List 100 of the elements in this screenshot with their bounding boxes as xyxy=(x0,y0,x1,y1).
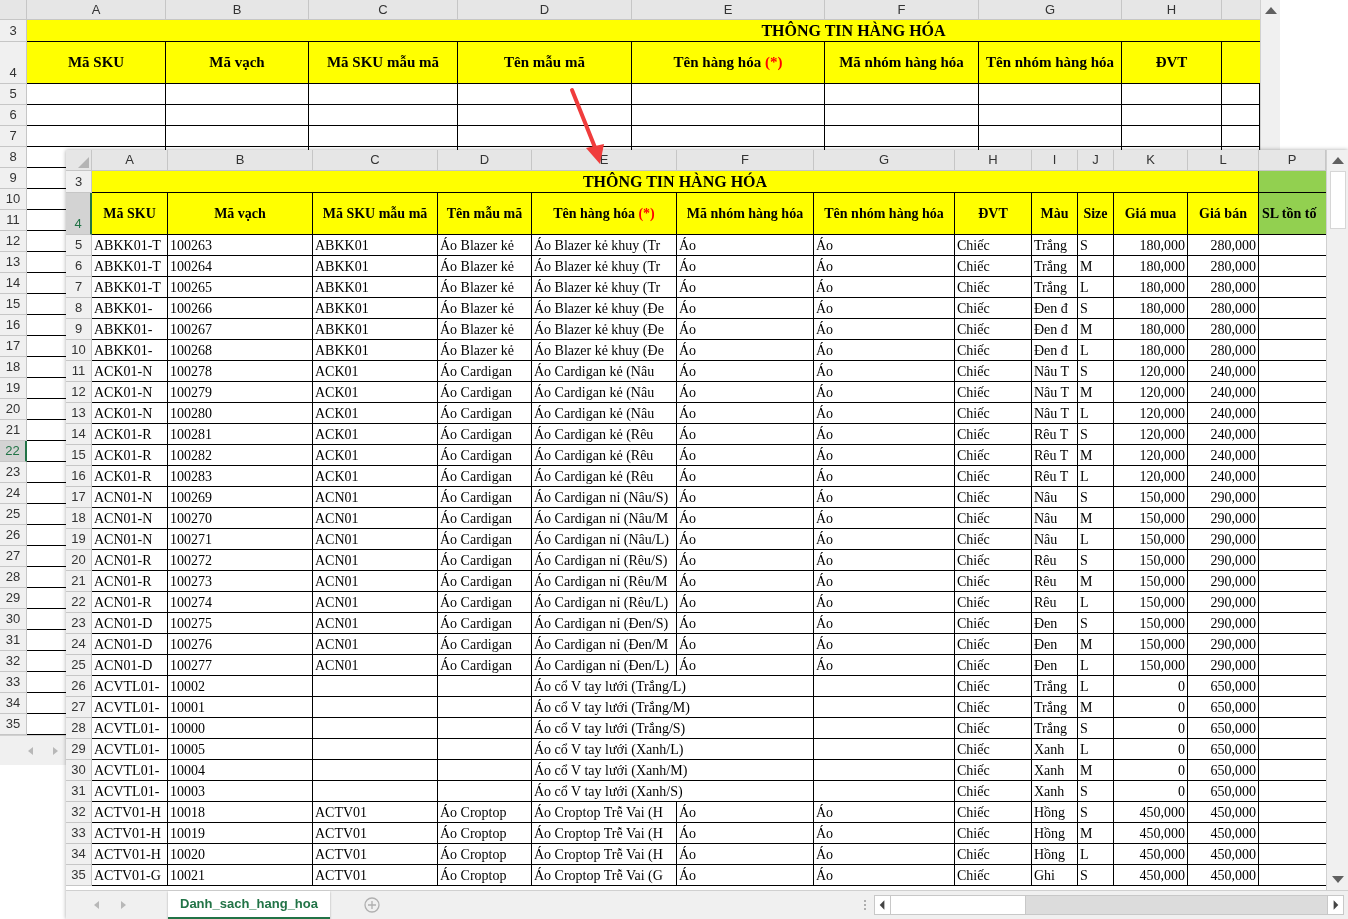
row-number: 25 xyxy=(66,655,92,676)
table-cell: Áo xyxy=(677,592,814,613)
table-cell: Chiếc xyxy=(955,298,1032,319)
table-cell: ACK01 xyxy=(313,382,438,403)
column-letter[interactable]: B xyxy=(168,150,313,171)
table-cell: Đen đ xyxy=(1032,319,1078,340)
column-letter[interactable]: I xyxy=(1032,150,1078,171)
column-letter[interactable]: F xyxy=(825,0,979,20)
price-cell: 150,000 xyxy=(1114,571,1188,592)
table-cell: Chiếc xyxy=(955,823,1032,844)
table-cell: Áo Blazer kẻ xyxy=(438,319,532,340)
price-cell: 240,000 xyxy=(1188,424,1259,445)
product-name-cell: Áo Blazer kẻ khuy (Tr xyxy=(532,277,677,298)
column-letter[interactable]: P xyxy=(1259,150,1326,171)
splitter-icon[interactable] xyxy=(863,899,867,911)
row-number: 10 xyxy=(66,340,92,361)
row-number: 33 xyxy=(66,823,92,844)
sku-cell: ACVTL01- xyxy=(92,676,168,697)
sku-cell: ACN01-N xyxy=(92,508,168,529)
row-number: 4 xyxy=(0,42,27,84)
table-cell: S xyxy=(1078,802,1114,823)
table-cell: ACN01 xyxy=(313,487,438,508)
table-cell: Áo xyxy=(677,319,814,340)
price-cell: 120,000 xyxy=(1114,445,1188,466)
table-cell: Áo Cardigan xyxy=(438,571,532,592)
price-cell: 150,000 xyxy=(1114,550,1188,571)
sku-cell: ACN01-D xyxy=(92,655,168,676)
add-sheet-icon[interactable] xyxy=(364,897,380,913)
table-cell: Trắng xyxy=(1032,256,1078,277)
column-letter[interactable]: J xyxy=(1078,150,1114,171)
table-cell: Áo Cardigan xyxy=(438,445,532,466)
scroll-left-icon[interactable] xyxy=(875,896,891,914)
sku-cell: ACK01-N xyxy=(92,382,168,403)
table-cell: L xyxy=(1078,592,1114,613)
product-name-cell: Áo Cardigan nỉ (Đen/M xyxy=(532,634,677,655)
table-cell: L xyxy=(1078,466,1114,487)
table-cell: Chiếc xyxy=(955,550,1032,571)
row-number: 19 xyxy=(66,529,92,550)
table-cell: Áo xyxy=(814,277,955,298)
table-cell: Nâu xyxy=(1032,487,1078,508)
table-cell: Áo Blazer kẻ xyxy=(438,235,532,256)
barcode-cell: 100263 xyxy=(168,235,313,256)
row-number: 8 xyxy=(0,147,27,168)
table-cell: S xyxy=(1078,781,1114,802)
column-letter[interactable]: A xyxy=(27,0,166,20)
column-letter[interactable]: K xyxy=(1114,150,1188,171)
product-name-cell: Áo cổ V tay lưới (Xanh/M) xyxy=(532,760,814,781)
sku-cell: ABKK01-T xyxy=(92,235,168,256)
table-cell: M xyxy=(1078,823,1114,844)
scrollbar-thumb[interactable] xyxy=(1329,171,1346,229)
row-number: 34 xyxy=(0,693,27,714)
column-letter[interactable]: L xyxy=(1188,150,1259,171)
table-cell: Áo xyxy=(677,466,814,487)
column-letter[interactable]: F xyxy=(677,150,814,171)
table-cell: Chiếc xyxy=(955,403,1032,424)
sku-cell: ACN01-N xyxy=(92,487,168,508)
row-number: 33 xyxy=(0,672,27,693)
table-cell: Áo xyxy=(814,529,955,550)
sheet-tab[interactable]: Danh_sach_hang_hoa xyxy=(168,891,330,919)
column-letter[interactable]: D xyxy=(438,150,532,171)
barcode-cell: 100275 xyxy=(168,613,313,634)
price-cell: 0 xyxy=(1114,697,1188,718)
table-cell: Áo Cardigan xyxy=(438,655,532,676)
row-number: 7 xyxy=(0,126,27,147)
column-letter[interactable]: B xyxy=(166,0,309,20)
column-letter[interactable]: C xyxy=(313,150,438,171)
scrollbar-thumb[interactable] xyxy=(891,896,1026,914)
table-cell: Nâu T xyxy=(1032,403,1078,424)
table-cell: ABKK01 xyxy=(313,298,438,319)
sku-cell: ACVTL01- xyxy=(92,760,168,781)
row-number: 31 xyxy=(66,781,92,802)
table-cell: ACN01 xyxy=(313,634,438,655)
barcode-cell: 100280 xyxy=(168,403,313,424)
column-letter[interactable]: A xyxy=(92,150,168,171)
table-cell: Áo xyxy=(677,256,814,277)
table-cell: Đen xyxy=(1032,655,1078,676)
column-letter[interactable]: C xyxy=(309,0,458,20)
column-letter[interactable]: H xyxy=(1122,0,1222,20)
table-cell: S xyxy=(1078,298,1114,319)
price-cell: 280,000 xyxy=(1188,235,1259,256)
sku-cell: ACN01-D xyxy=(92,634,168,655)
row-number: 17 xyxy=(0,336,27,357)
select-all-icon[interactable] xyxy=(78,157,89,168)
barcode-cell: 100283 xyxy=(168,466,313,487)
scroll-right-icon[interactable] xyxy=(1327,896,1343,914)
barcode-cell: 100267 xyxy=(168,319,313,340)
column-letter[interactable]: G xyxy=(979,0,1122,20)
row-number: 21 xyxy=(0,420,27,441)
row-number: 35 xyxy=(66,865,92,886)
price-cell: 0 xyxy=(1114,718,1188,739)
column-letter[interactable]: E xyxy=(632,0,825,20)
column-letter[interactable]: G xyxy=(814,150,955,171)
table-cell: ACTV01 xyxy=(313,865,438,886)
column-letter[interactable]: E xyxy=(532,150,677,171)
product-name-cell: Áo Cardigan nỉ (Đen/S) xyxy=(532,613,677,634)
table-cell: Áo xyxy=(814,298,955,319)
barcode-cell: 100276 xyxy=(168,634,313,655)
table-cell: Áo xyxy=(814,844,955,865)
column-letter[interactable]: D xyxy=(458,0,632,20)
column-letter[interactable]: H xyxy=(955,150,1032,171)
